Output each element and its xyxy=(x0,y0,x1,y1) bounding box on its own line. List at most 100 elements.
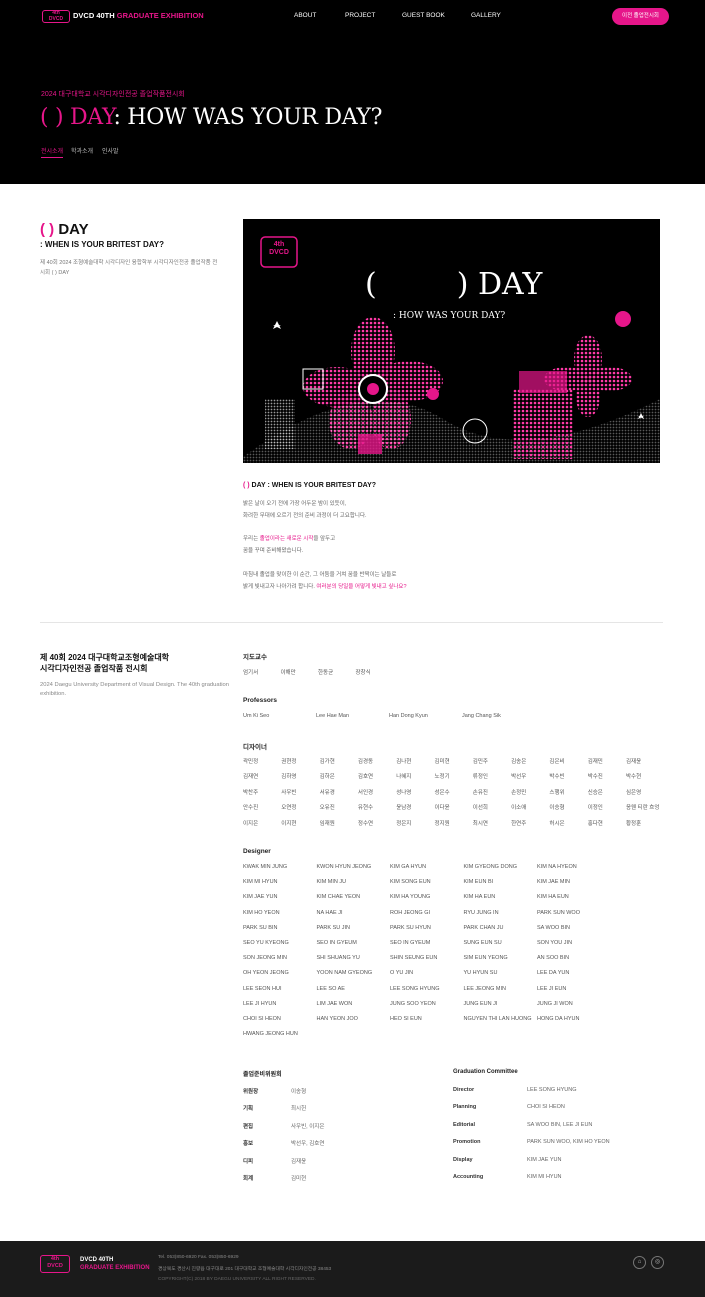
poster-logo-line-2: DVCD xyxy=(269,249,289,256)
designer-name-en: HONG DA HYUN xyxy=(537,1016,580,1022)
designer-name-kr: 정수연 xyxy=(357,820,374,827)
designer-name-en: PARK SU BIN xyxy=(243,924,278,931)
professor-name-kr: 엄기서 xyxy=(243,670,259,676)
article-heading-accent: ( ) xyxy=(243,482,250,489)
committee-kr-name: 박선우, 김호연 xyxy=(291,1141,325,1148)
designer-name-en: LEE JI EUN xyxy=(537,985,567,992)
committee-en-name: PARK SUN WOO, KIM HO YEON xyxy=(527,1139,610,1146)
designer-name-kr: 이정인 xyxy=(587,805,603,812)
tab-department-intro[interactable]: 학과소개 xyxy=(71,146,93,155)
credits-title-line-2: 시각디자인전공 졸업작품 전시회 xyxy=(40,664,148,673)
designer-name-kr: 김민주 xyxy=(472,759,488,765)
committee-en-role: Planning xyxy=(453,1104,477,1111)
designer-name-kr: 김가현 xyxy=(319,759,335,765)
designer-name-en: SON JEONG MIN xyxy=(243,955,288,962)
professor-name-en: Um Ki Seo xyxy=(243,713,270,719)
article-p2-line-1: 우리는 졸업이라는 새로운 시작을 앞두고 xyxy=(243,533,573,545)
designer-name-kr: 김하은 xyxy=(319,774,335,781)
designer-name-en: SHI SHUANG YU xyxy=(316,955,360,962)
intro-day-title: ( ) DAY xyxy=(40,221,89,238)
designer-name-en: LEE SEON HUI xyxy=(243,985,282,992)
designer-name-en: KIM JAE YUN xyxy=(243,894,278,901)
nav-project[interactable]: PROJECT xyxy=(345,12,375,19)
tab-greetings[interactable]: 인사말 xyxy=(102,146,119,155)
designer-name-en: KWON HYUN JEONG xyxy=(316,864,372,870)
designer-name-en: HAN YEON JOO xyxy=(316,1016,358,1022)
designer-name-en: SIM EUN YEONG xyxy=(463,955,508,962)
designer-name-en: KIM GA HYUN xyxy=(390,864,427,870)
top-nav: 4th DVCD DVCD 40TH GRADUATE EXHIBITION A… xyxy=(0,0,705,32)
previous-exhibition-button[interactable]: 이전 졸업전시회 xyxy=(612,8,669,25)
designer-name-en: KIM MI HYUN xyxy=(243,879,278,886)
committee-kr-role: 편집 xyxy=(243,1123,254,1130)
article-p2-pre: 우리는 xyxy=(243,536,260,542)
committee-kr-name: 최시헌 xyxy=(291,1106,307,1113)
committee-en-role: Director xyxy=(453,1087,475,1093)
hero-title: ( ) DAY: HOW WAS YOUR DAY? xyxy=(40,105,382,130)
home-icon[interactable]: ⌂ xyxy=(633,1256,646,1269)
designer-name-en: LEE JI HYUN xyxy=(243,1000,277,1007)
professor-name-kr: 한동균 xyxy=(318,670,334,676)
committee-kr-role: 디피 xyxy=(243,1158,254,1165)
hero-section: 2024 대구대학교 시각디자인전공 졸업작품전시회 ( ) DAY: HOW … xyxy=(0,32,705,184)
designers-en-label: Designer xyxy=(243,848,271,855)
tab-exhibition-intro[interactable]: 전시소개 xyxy=(41,146,64,158)
poster-title: () DAY xyxy=(365,267,542,302)
designer-name-en: JUNG EUN JI xyxy=(463,1000,498,1007)
poster-subtitle: : HOW WAS YOUR DAY? xyxy=(393,311,506,321)
designer-name-en: KIM HA EUN xyxy=(537,894,569,901)
committee-kr-name: 이송형 xyxy=(291,1089,307,1095)
designer-name-kr: 손정민 xyxy=(511,789,527,796)
designer-name-kr: 박수진 xyxy=(587,774,603,781)
designer-name-kr: 이지은 xyxy=(243,820,259,827)
designer-name-kr: 홍다현 xyxy=(587,820,603,827)
designer-name-kr: 스행위 xyxy=(549,789,565,796)
designer-name-en: JUNG JI WON xyxy=(537,1000,573,1007)
designer-name-kr: 김호연 xyxy=(357,774,374,781)
nav-gallery[interactable]: GALLERY xyxy=(471,12,501,19)
article-p3-pre: 밝게 빛내고자 나아가려 합니다. xyxy=(243,584,317,590)
designer-name-kr: 김경동 xyxy=(357,759,374,765)
article-p2-line-2: 꿈을 꾸며 준비해왔습니다. xyxy=(243,548,304,554)
committee-en-role: Promotion xyxy=(453,1139,481,1146)
designer-name-en: SEO YU KYEONG xyxy=(243,940,289,946)
designer-name-kr: 김하영 xyxy=(281,774,297,781)
designer-name-kr: 김송은 xyxy=(511,759,527,765)
footer: 4th DVCD DVCD 40TH GRADUATE EXHIBITION T… xyxy=(0,1241,705,1297)
nav-about[interactable]: ABOUT xyxy=(294,12,316,19)
instagram-icon[interactable]: ◎ xyxy=(651,1256,664,1269)
designer-name-kr: 곽민정 xyxy=(243,759,259,765)
hero-title-accent: ( ) DAY xyxy=(40,105,114,130)
designer-name-en: PARK SUN WOO xyxy=(537,909,580,916)
footer-logo[interactable]: 4th DVCD xyxy=(40,1255,70,1273)
committee-en-name: LEE SONG HYUNG xyxy=(527,1087,577,1093)
designer-name-kr: 이선희 xyxy=(472,805,488,812)
designer-name-kr: 이소애 xyxy=(511,805,527,812)
designer-name-kr: 최시연 xyxy=(472,820,488,827)
brand-title[interactable]: DVCD 40TH GRADUATE EXHIBITION xyxy=(73,11,204,20)
designer-name-en: NGUYEN THI LAN HUONG xyxy=(463,1016,532,1022)
logo[interactable]: 4th DVCD xyxy=(42,10,70,23)
designer-name-en: PARK SU JIN xyxy=(316,924,351,931)
nav-guestbook[interactable]: GUEST BOOK xyxy=(402,12,445,19)
credits-english: 2024 Daegu University Department of Visu… xyxy=(40,682,229,697)
section-divider xyxy=(40,622,663,623)
designer-name-en: KIM HO YEON xyxy=(243,909,280,916)
article-heading: ( ) DAY : WHEN IS YOUR BRITEST DAY? xyxy=(243,482,376,489)
designer-name-en: PARK CHAN JU xyxy=(463,924,504,931)
professors-en-label: Professors xyxy=(243,697,277,704)
article-p2-accent: 졸업이라는 새로운 시작 xyxy=(259,536,314,542)
designer-name-en: SON YOU JIN xyxy=(537,940,573,946)
brand-accent: GRADUATE EXHIBITION xyxy=(116,11,204,20)
designer-name-en: KIM NA HYEON xyxy=(537,864,577,870)
committee-kr-role: 위원장 xyxy=(243,1089,259,1095)
credits-title-line-1: 제 40회 2024 대구대학교조형예술대학 xyxy=(40,653,170,662)
designer-name-en: NA HAE JI xyxy=(316,909,343,916)
footer-copyright: COPYRIGHT(C) 2018 BY DAEGU UNIVERSITY AL… xyxy=(158,1277,316,1282)
designer-name-kr: 성나영 xyxy=(396,789,412,796)
designer-name-kr: 신승은 xyxy=(587,789,603,796)
article-p3-line-1: 마침내 졸업을 맞이한 이 순간, 그 어둠을 거쳐 꿈을 반짝이는 날들로 xyxy=(243,572,397,578)
credits-title: 제 40회 2024 대구대학교조형예술대학 시각디자인전공 졸업작품 전시회 xyxy=(40,652,230,674)
designer-name-en: AN SOO BIN xyxy=(537,955,570,962)
professor-name-kr: 장창식 xyxy=(355,670,371,676)
